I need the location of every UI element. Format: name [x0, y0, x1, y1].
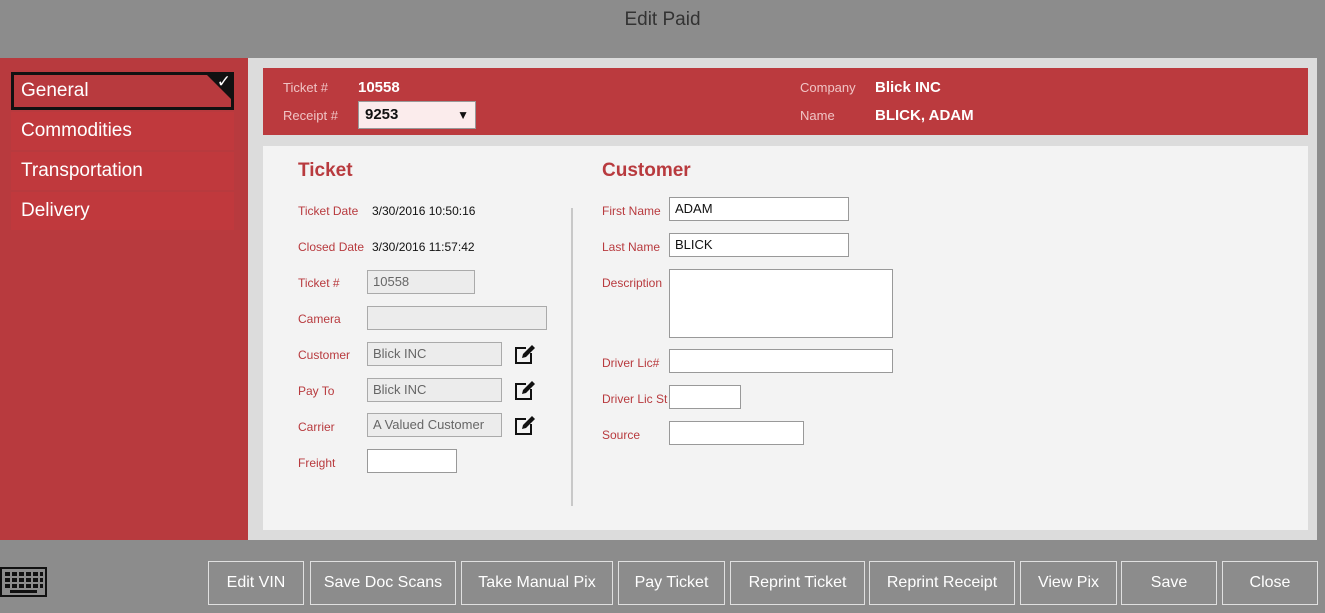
sidebar-nav: General ✓ Commodities Transportation Del…: [0, 58, 248, 540]
edit-icon[interactable]: [512, 378, 536, 402]
camera-field: [367, 306, 547, 330]
customer-label: Customer: [298, 348, 351, 362]
description-label: Description: [602, 276, 663, 290]
sidebar-item-label: Commodities: [21, 120, 132, 141]
freight-field[interactable]: [367, 449, 457, 473]
save-button[interactable]: Save: [1121, 561, 1217, 605]
column-divider: [571, 208, 573, 506]
driver-lic-st-label: Driver Lic St: [602, 392, 668, 406]
save-doc-scans-button[interactable]: Save Doc Scans: [310, 561, 456, 605]
carrier-field: A Valued Customer: [367, 413, 502, 437]
header-name-label: Name: [800, 108, 835, 123]
last-name-field[interactable]: BLICK: [669, 233, 849, 257]
source-label: Source: [602, 428, 641, 442]
freight-label: Freight: [298, 456, 336, 470]
header-receipt-label: Receipt #: [283, 108, 338, 123]
checkmark-icon: ✓: [216, 72, 231, 91]
driver-lic-label: Driver Lic#: [602, 356, 660, 370]
edit-icon[interactable]: [512, 413, 536, 437]
ticket-date-value: 3/30/2016 10:50:16: [372, 204, 476, 218]
driver-lic-field[interactable]: [669, 349, 893, 373]
payto-field: Blick INC: [367, 378, 502, 402]
receipt-select-value: 9253: [365, 106, 399, 123]
header-ticket-label: Ticket #: [283, 80, 329, 95]
edit-icon[interactable]: [512, 342, 536, 366]
ticket-number-field: 10558: [367, 270, 475, 294]
header-company-value: Blick INC: [875, 79, 941, 96]
source-field[interactable]: [669, 421, 804, 445]
sidebar-item-label: General: [21, 80, 89, 101]
keyboard-icon[interactable]: [0, 567, 47, 597]
ticket-date-label: Ticket Date: [298, 204, 359, 218]
chevron-down-icon: ▼: [457, 108, 469, 122]
last-name-label: Last Name: [602, 240, 661, 254]
ticket-header: Ticket # 10558 Receipt # 9253 ▼ Company …: [263, 68, 1308, 135]
reprint-ticket-button[interactable]: Reprint Ticket: [730, 561, 865, 605]
sidebar-item-transportation[interactable]: Transportation: [11, 152, 234, 190]
details-panel: Ticket Ticket Date 3/30/2016 10:50:16 Cl…: [263, 146, 1308, 530]
ticket-number-label: Ticket #: [298, 276, 340, 290]
edit-vin-button[interactable]: Edit VIN: [208, 561, 304, 605]
header-company-label: Company: [800, 80, 856, 95]
first-name-label: First Name: [602, 204, 661, 218]
ticket-section-title: Ticket: [298, 160, 353, 181]
close-button[interactable]: Close: [1222, 561, 1318, 605]
content-area: Ticket # 10558 Receipt # 9253 ▼ Company …: [248, 58, 1317, 540]
view-pix-button[interactable]: View Pix: [1020, 561, 1117, 605]
reprint-receipt-button[interactable]: Reprint Receipt: [869, 561, 1015, 605]
camera-label: Camera: [298, 312, 341, 326]
pay-ticket-button[interactable]: Pay Ticket: [618, 561, 725, 605]
first-name-field[interactable]: ADAM: [669, 197, 849, 221]
take-manual-pix-button[interactable]: Take Manual Pix: [461, 561, 613, 605]
receipt-select[interactable]: 9253 ▼: [358, 101, 476, 129]
customer-field: Blick INC: [367, 342, 502, 366]
sidebar-item-general[interactable]: General ✓: [11, 72, 234, 110]
sidebar-item-delivery[interactable]: Delivery: [11, 192, 234, 230]
sidebar-item-label: Transportation: [21, 160, 143, 181]
carrier-label: Carrier: [298, 420, 335, 434]
customer-section-title: Customer: [602, 160, 691, 181]
closed-date-value: 3/30/2016 11:57:42: [372, 240, 475, 254]
closed-date-label: Closed Date: [298, 240, 365, 254]
sidebar-item-label: Delivery: [21, 200, 90, 221]
sidebar-item-commodities[interactable]: Commodities: [11, 112, 234, 150]
header-name-value: BLICK, ADAM: [875, 107, 974, 124]
payto-label: Pay To: [298, 384, 335, 398]
header-ticket-value: 10558: [358, 79, 400, 96]
description-field[interactable]: [669, 269, 893, 338]
driver-lic-st-field[interactable]: [669, 385, 741, 409]
window-title: Edit Paid: [624, 9, 701, 30]
